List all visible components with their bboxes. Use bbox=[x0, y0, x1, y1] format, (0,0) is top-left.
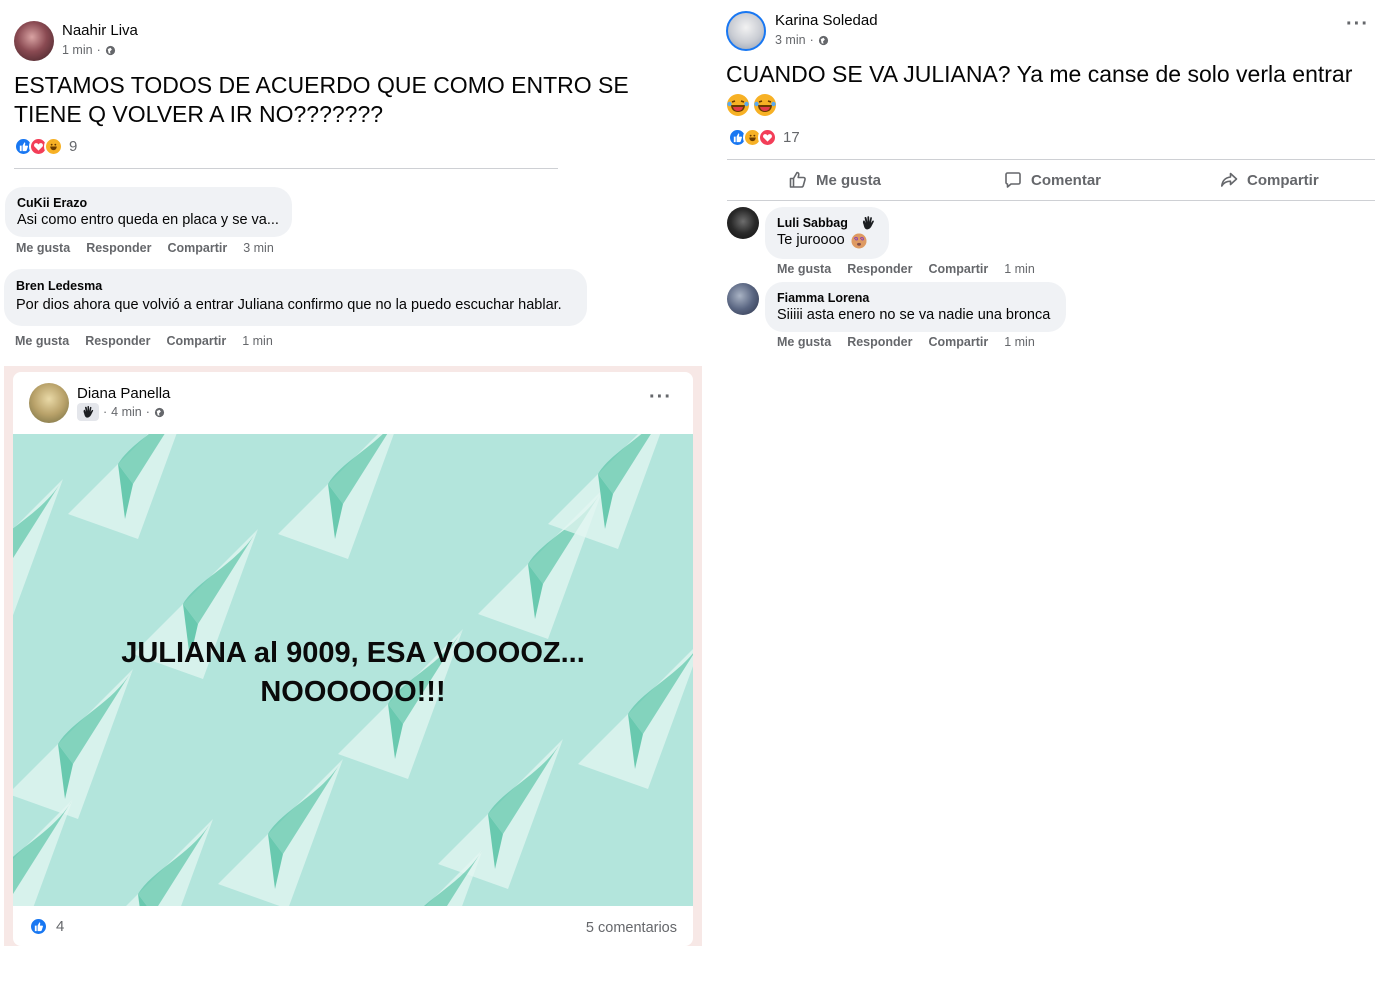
like-link[interactable]: Me gusta bbox=[16, 241, 70, 255]
share-icon bbox=[1221, 172, 1238, 187]
comment-text: Por dios ahora que volvió a entrar Julia… bbox=[16, 297, 562, 313]
haha-reaction-icon bbox=[44, 137, 63, 156]
share-link[interactable]: Compartir bbox=[167, 241, 227, 255]
reaction-count: 4 bbox=[56, 918, 65, 935]
author-name[interactable]: Naahir Liva bbox=[62, 22, 138, 39]
comment-author[interactable]: CuKii Erazo bbox=[17, 195, 280, 211]
divider bbox=[14, 168, 558, 169]
share-link[interactable]: Compartir bbox=[928, 335, 988, 349]
thumbs-up-icon bbox=[789, 171, 806, 188]
love-reaction-icon bbox=[758, 128, 777, 147]
share-link[interactable]: Compartir bbox=[166, 334, 226, 348]
avatar[interactable] bbox=[29, 383, 69, 423]
globe-icon bbox=[105, 45, 115, 55]
comment-bubble: CuKii Erazo Asi como entro queda en plac… bbox=[5, 187, 292, 237]
post-time[interactable]: 4 min bbox=[111, 405, 142, 419]
like-button-label: Me gusta bbox=[816, 171, 882, 189]
comment-actions: Me gusta Responder Compartir 1 min bbox=[777, 262, 1035, 276]
comment-author[interactable]: Bren Ledesma bbox=[16, 278, 575, 294]
comment-text: Siiiii asta enero no se va nadie una bro… bbox=[777, 307, 1051, 323]
paper-plane-icon bbox=[68, 434, 177, 539]
paper-plane-icon bbox=[13, 799, 73, 906]
comment-author-row: Luli Sabbag bbox=[777, 215, 877, 231]
paper-plane-icon bbox=[126, 819, 213, 906]
comment-icon bbox=[1005, 172, 1021, 188]
comment-bubble: Bren Ledesma Por dios ahora que volvió a… bbox=[4, 269, 587, 326]
reaction-count: 9 bbox=[69, 138, 78, 155]
reply-link[interactable]: Responder bbox=[847, 335, 912, 349]
reply-link[interactable]: Responder bbox=[847, 262, 912, 276]
globe-icon bbox=[818, 35, 828, 45]
reaction-count: 17 bbox=[783, 129, 800, 146]
comment-text-row: Te juroooo bbox=[777, 231, 877, 250]
divider bbox=[727, 200, 1375, 201]
comment-text: Te juroooo bbox=[777, 232, 845, 248]
image-caption: JULIANA al 9009, ESA VOOOOZ... NOOOOOO!!… bbox=[13, 634, 693, 712]
avatar[interactable] bbox=[14, 21, 54, 61]
like-button[interactable]: Me gusta bbox=[788, 170, 881, 190]
post-card-diana: Diana Panella · 4 min · ··· JULIANA al 9… bbox=[13, 372, 693, 946]
paper-plane-icon bbox=[218, 759, 343, 906]
comment-bubble: Fiamma Lorena Siiiii asta enero no se va… bbox=[765, 282, 1066, 332]
like-link[interactable]: Me gusta bbox=[777, 262, 831, 276]
comments-count[interactable]: 5 comentarios bbox=[586, 920, 677, 936]
author-name[interactable]: Karina Soledad bbox=[775, 12, 878, 29]
author-name[interactable]: Diana Panella bbox=[77, 385, 170, 402]
reply-link[interactable]: Responder bbox=[85, 334, 150, 348]
post-meta: · 4 min · bbox=[77, 403, 165, 421]
comment-time[interactable]: 1 min bbox=[1004, 335, 1035, 349]
comment-button-label: Comentar bbox=[1031, 171, 1102, 189]
reply-link[interactable]: Responder bbox=[86, 241, 151, 255]
post-meta: 1 min · bbox=[62, 43, 116, 57]
share-button[interactable]: Compartir bbox=[1219, 170, 1319, 190]
paper-plane-icon bbox=[278, 434, 394, 559]
post-time[interactable]: 3 min bbox=[775, 33, 806, 47]
reaction-summary[interactable]: 9 bbox=[14, 137, 77, 156]
comment-author[interactable]: Fiamma Lorena bbox=[777, 290, 1054, 306]
comment-author[interactable]: Luli Sabbag bbox=[777, 215, 848, 231]
comment-actions: Me gusta Responder Compartir 1 min bbox=[777, 335, 1035, 349]
avatar[interactable] bbox=[727, 207, 759, 239]
globe-icon bbox=[154, 407, 165, 417]
like-link[interactable]: Me gusta bbox=[15, 334, 69, 348]
comment-actions: Me gusta Responder Compartir 1 min bbox=[15, 334, 273, 348]
image-caption-line1: JULIANA al 9009, ESA VOOOOZ... bbox=[121, 637, 585, 669]
comment-bubble: Luli Sabbag Te juroooo bbox=[765, 207, 889, 259]
fan-badge-icon[interactable] bbox=[77, 403, 99, 421]
comment-button[interactable]: Comentar bbox=[1003, 170, 1101, 190]
image-caption-line2: NOOOOOO!!! bbox=[260, 676, 446, 708]
post-text: ESTAMOS TODOS DE ACUERDO QUE COMO ENTRO … bbox=[14, 72, 629, 127]
comment-actions: Me gusta Responder Compartir 3 min bbox=[16, 241, 274, 255]
post-time[interactable]: 1 min bbox=[62, 43, 93, 57]
like-reaction-icon bbox=[29, 917, 48, 936]
post-image[interactable]: JULIANA al 9009, ESA VOOOOZ... NOOOOOO!!… bbox=[13, 434, 693, 906]
post-meta: 3 min · bbox=[775, 33, 829, 47]
post-text: CUANDO SE VA JULIANA? Ya me canse de sol… bbox=[726, 60, 1376, 124]
share-link[interactable]: Compartir bbox=[928, 262, 988, 276]
avatar[interactable] bbox=[727, 283, 759, 315]
reaction-summary[interactable]: 4 bbox=[29, 917, 64, 936]
avatar[interactable] bbox=[726, 11, 766, 51]
fan-badge-icon[interactable] bbox=[860, 215, 876, 231]
comment-text: Asi como entro queda en placa y se va... bbox=[17, 212, 279, 228]
comment-time[interactable]: 3 min bbox=[243, 241, 274, 255]
comment-time[interactable]: 1 min bbox=[1004, 262, 1035, 276]
paper-plane-icon bbox=[438, 739, 563, 889]
divider bbox=[727, 159, 1375, 160]
laughing-emoji-icon bbox=[726, 93, 777, 117]
reaction-summary[interactable]: 17 bbox=[728, 128, 800, 147]
like-link[interactable]: Me gusta bbox=[777, 335, 831, 349]
more-options-icon[interactable]: ··· bbox=[649, 386, 672, 409]
comment-time[interactable]: 1 min bbox=[242, 334, 273, 348]
more-options-icon[interactable]: ··· bbox=[1346, 13, 1369, 36]
face-with-spiral-eyes-emoji-icon bbox=[851, 233, 867, 248]
share-button-label: Compartir bbox=[1247, 171, 1319, 189]
post-text-content: CUANDO SE VA JULIANA? Ya me canse de sol… bbox=[726, 61, 1353, 87]
paper-plane-icon bbox=[13, 479, 63, 616]
